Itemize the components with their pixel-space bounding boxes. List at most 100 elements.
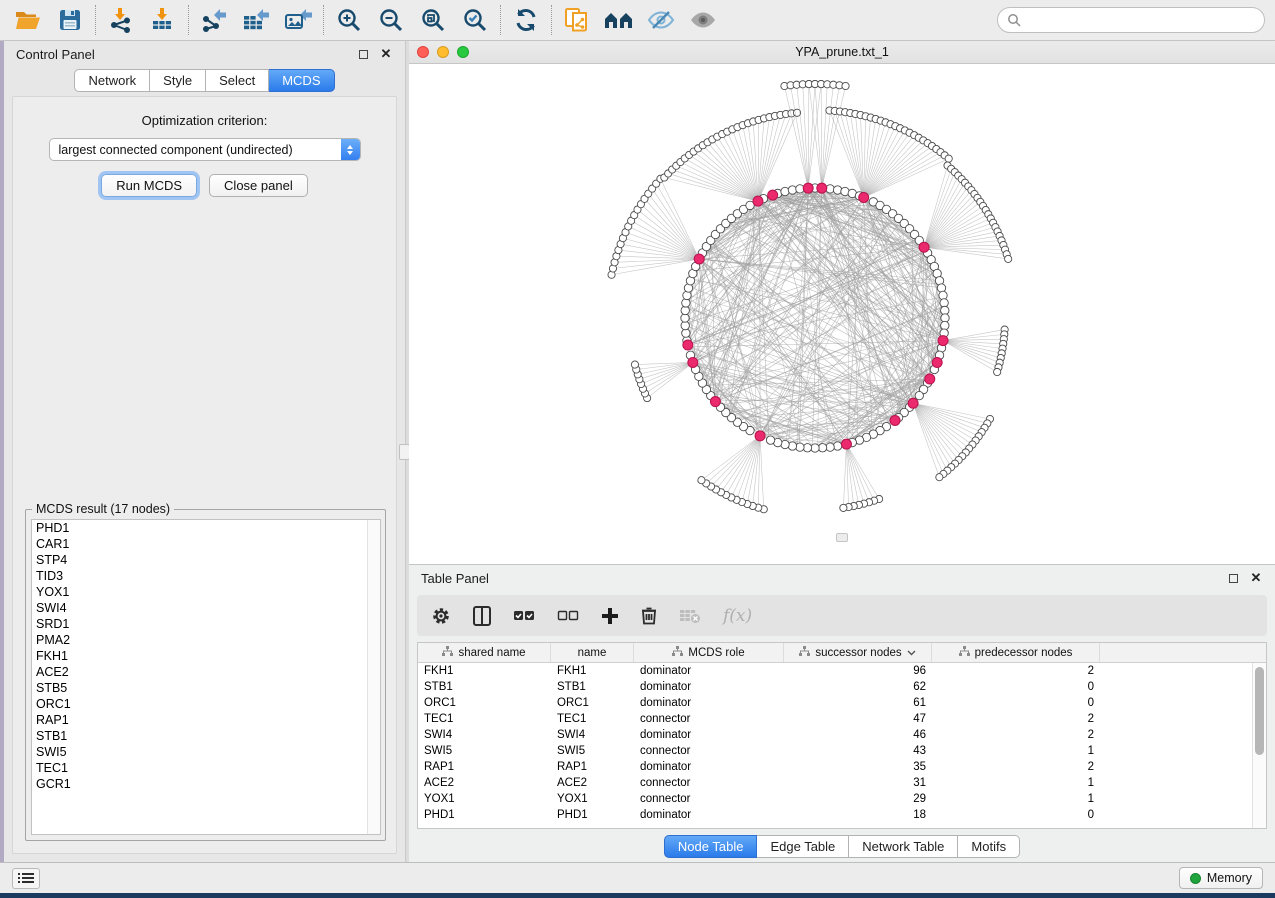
tab-node-table[interactable]: Node Table xyxy=(664,835,758,858)
import-table-icon[interactable] xyxy=(145,4,181,36)
network-canvas[interactable] xyxy=(409,64,1275,564)
list-item[interactable]: STP4 xyxy=(32,552,380,568)
close-panel-icon[interactable]: ✕ xyxy=(379,47,393,61)
list-item[interactable]: ACE2 xyxy=(32,664,380,680)
graph-hub-node[interactable] xyxy=(688,357,698,367)
apply-layout-icon[interactable] xyxy=(508,4,544,36)
graph-hub-node[interactable] xyxy=(710,397,720,407)
tab-edge-table[interactable]: Edge Table xyxy=(757,835,849,858)
list-item[interactable]: RAP1 xyxy=(32,712,380,728)
first-neighbors-icon[interactable] xyxy=(601,4,637,36)
graph-node[interactable] xyxy=(698,477,705,484)
list-item[interactable]: TEC1 xyxy=(32,760,380,776)
float-panel-icon[interactable] xyxy=(1226,571,1240,585)
table-row[interactable]: ACE2ACE2connector311 xyxy=(418,775,1252,791)
graph-hub-node[interactable] xyxy=(768,190,778,200)
table-row[interactable]: FKH1FKH1dominator962 xyxy=(418,663,1252,679)
open-session-icon[interactable] xyxy=(10,4,46,36)
close-panel-button[interactable]: Close panel xyxy=(209,174,308,197)
list-item[interactable]: PHD1 xyxy=(32,520,380,536)
graph-hub-node[interactable] xyxy=(919,242,929,252)
graph-node[interactable] xyxy=(683,291,691,299)
tab-motifs[interactable]: Motifs xyxy=(958,835,1020,858)
column-header-MCDS-role[interactable]: MCDS role xyxy=(634,643,784,662)
graph-node[interactable] xyxy=(631,361,638,368)
horizontal-splitter-grip[interactable] xyxy=(836,533,848,542)
save-session-icon[interactable] xyxy=(52,4,88,36)
tab-mcds[interactable]: MCDS xyxy=(269,69,334,92)
run-mcds-button[interactable]: Run MCDS xyxy=(101,174,197,197)
graph-hub-node[interactable] xyxy=(694,254,704,264)
graph-node[interactable] xyxy=(682,299,690,307)
table-options-gear-icon[interactable] xyxy=(431,606,451,626)
table-row[interactable]: ORC1ORC1dominator610 xyxy=(418,695,1252,711)
export-table-icon[interactable] xyxy=(238,4,274,36)
zoom-fit-icon[interactable] xyxy=(415,4,451,36)
zoom-in-icon[interactable] xyxy=(331,4,367,36)
list-item[interactable]: YOX1 xyxy=(32,584,380,600)
select-all-icon[interactable] xyxy=(513,609,535,623)
graph-hub-node[interactable] xyxy=(817,183,827,193)
column-header-name[interactable]: name xyxy=(551,643,634,662)
tab-network[interactable]: Network xyxy=(74,69,150,92)
show-all-icon[interactable] xyxy=(685,4,721,36)
list-item[interactable]: SRD1 xyxy=(32,616,380,632)
list-item[interactable]: FKH1 xyxy=(32,648,380,664)
graph-node[interactable] xyxy=(788,186,796,194)
show-columns-icon[interactable] xyxy=(473,606,491,626)
graph-hub-node[interactable] xyxy=(859,192,869,202)
tab-select[interactable]: Select xyxy=(206,69,269,92)
hide-selected-icon[interactable] xyxy=(643,4,679,36)
graph-hub-node[interactable] xyxy=(938,336,948,346)
graph-hub-node[interactable] xyxy=(803,183,813,193)
list-item[interactable]: SWI4 xyxy=(32,600,380,616)
graph-node[interactable] xyxy=(833,442,841,450)
graph-hub-node[interactable] xyxy=(908,398,918,408)
graph-node[interactable] xyxy=(936,474,943,481)
clone-network-icon[interactable] xyxy=(559,4,595,36)
table-row[interactable]: PHD1PHD1dominator180 xyxy=(418,807,1252,823)
graph-hub-node[interactable] xyxy=(932,357,942,367)
network-window-titlebar[interactable]: YPA_prune.txt_1 xyxy=(409,41,1275,64)
graph-hub-node[interactable] xyxy=(890,415,900,425)
table-row[interactable]: STB1STB1dominator620 xyxy=(418,679,1252,695)
add-column-icon[interactable] xyxy=(601,607,619,625)
zoom-selected-icon[interactable] xyxy=(457,4,493,36)
delete-column-icon[interactable] xyxy=(641,606,657,625)
list-scrollbar[interactable] xyxy=(367,520,380,834)
graph-node[interactable] xyxy=(939,291,947,299)
graph-hub-node[interactable] xyxy=(841,439,851,449)
table-row[interactable]: TEC1TEC1connector472 xyxy=(418,711,1252,727)
column-header-successor-nodes[interactable]: successor nodes xyxy=(784,643,932,662)
tab-network-table[interactable]: Network Table xyxy=(849,835,958,858)
graph-node[interactable] xyxy=(937,284,945,292)
list-item[interactable]: CAR1 xyxy=(32,536,380,552)
table-row[interactable]: RAP1RAP1dominator352 xyxy=(418,759,1252,775)
graph-node[interactable] xyxy=(994,368,1001,375)
graph-node[interactable] xyxy=(796,443,804,451)
column-header-predecessor-nodes[interactable]: predecessor nodes xyxy=(932,643,1100,662)
graph-hub-node[interactable] xyxy=(925,374,935,384)
list-item[interactable]: TID3 xyxy=(32,568,380,584)
export-image-icon[interactable] xyxy=(280,4,316,36)
task-history-button[interactable] xyxy=(12,868,40,889)
table-row[interactable]: SWI4SWI4dominator462 xyxy=(418,727,1252,743)
import-network-icon[interactable] xyxy=(103,4,139,36)
list-item[interactable]: STB1 xyxy=(32,728,380,744)
search-input[interactable] xyxy=(1027,13,1255,27)
graph-node[interactable] xyxy=(833,186,841,194)
table-scrollbar-thumb[interactable] xyxy=(1255,667,1264,755)
graph-node[interactable] xyxy=(915,391,923,399)
list-item[interactable]: GCR1 xyxy=(32,776,380,792)
graph-node[interactable] xyxy=(781,187,789,195)
graph-hub-node[interactable] xyxy=(683,340,693,350)
deselect-all-icon[interactable] xyxy=(557,609,579,623)
graph-hub-node[interactable] xyxy=(755,431,765,441)
graph-node[interactable] xyxy=(1005,255,1012,262)
graph-hub-node[interactable] xyxy=(753,196,763,206)
list-item[interactable]: ORC1 xyxy=(32,696,380,712)
close-panel-icon[interactable]: ✕ xyxy=(1249,571,1263,585)
list-item[interactable]: STB5 xyxy=(32,680,380,696)
list-item[interactable]: SWI5 xyxy=(32,744,380,760)
criterion-select[interactable]: largest connected component (undirected) xyxy=(49,138,361,161)
